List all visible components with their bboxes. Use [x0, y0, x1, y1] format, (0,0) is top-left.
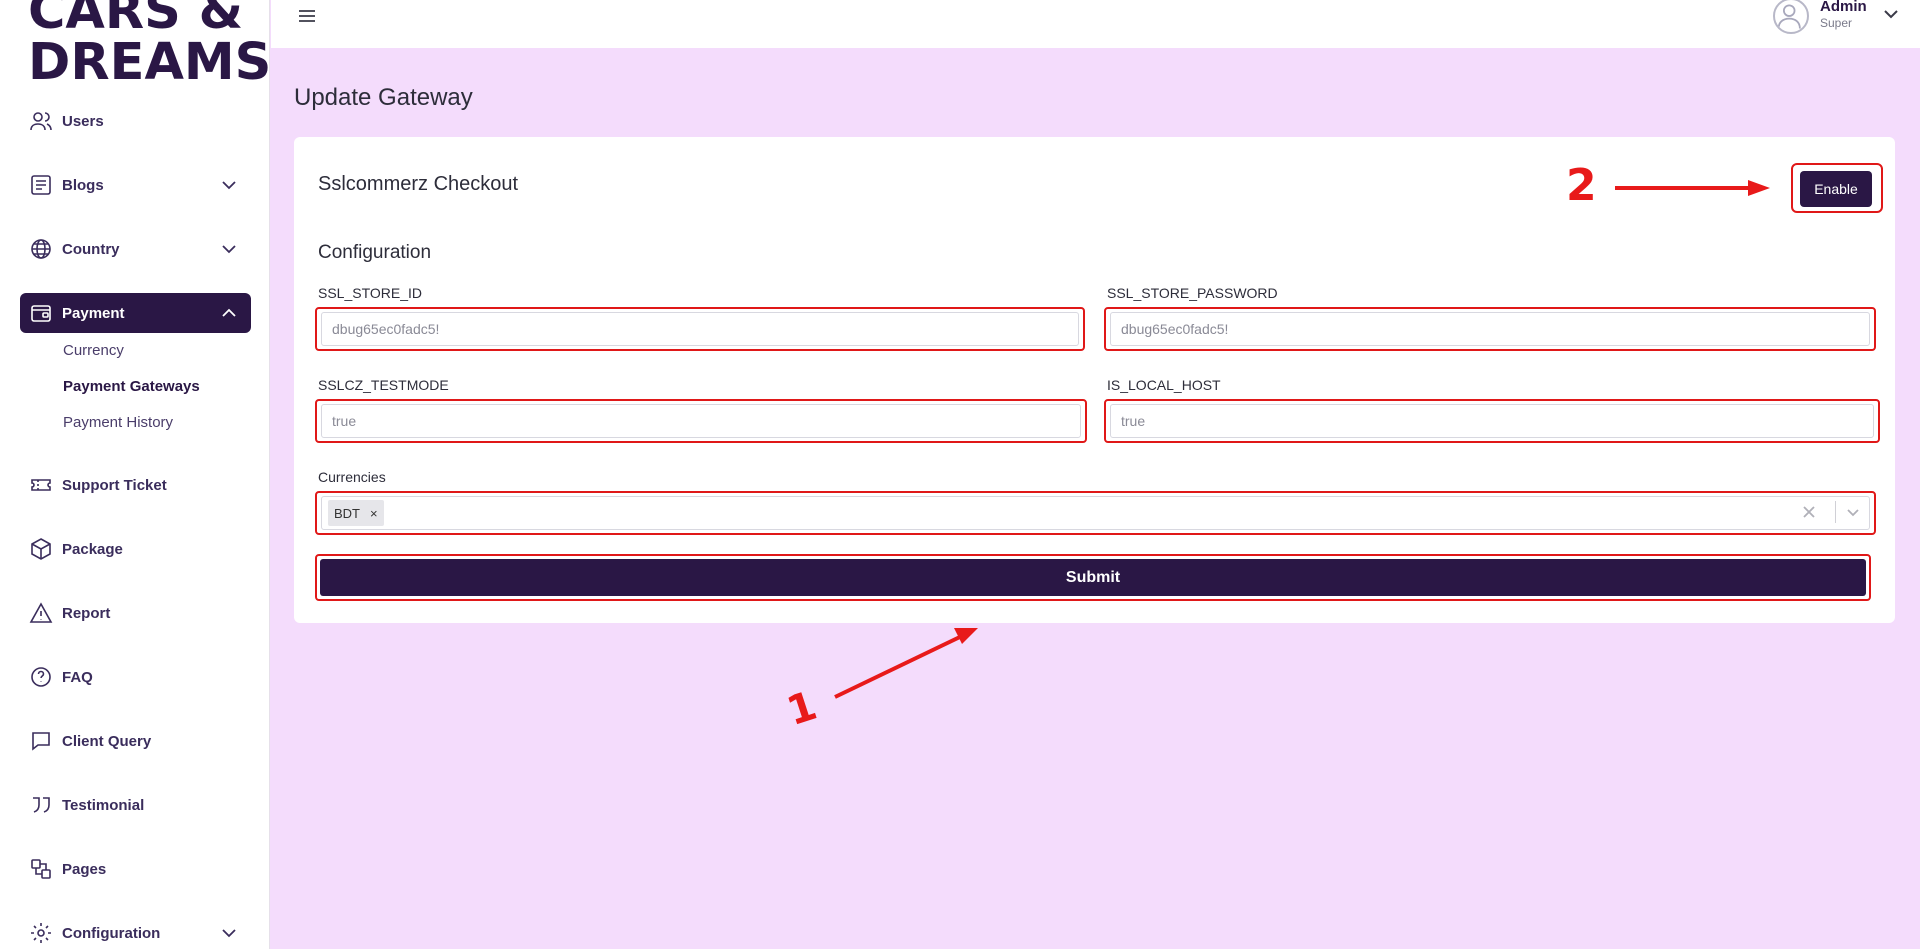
sidebar-item-label: Payment [62, 304, 125, 322]
sslcz-testmode-label: SSLCZ_TESTMODE [318, 377, 449, 393]
chevron-down-icon[interactable] [219, 923, 239, 943]
enable-button[interactable]: Enable [1800, 171, 1872, 207]
is-local-host-field[interactable]: true [1104, 399, 1880, 443]
sidebar-item-label: Blogs [62, 176, 104, 194]
chevron-down-icon[interactable] [1844, 503, 1862, 521]
gateway-name: Sslcommerz Checkout [318, 173, 519, 195]
currencies-select[interactable]: BDT × [315, 491, 1876, 535]
sidebar-item-label: Package [62, 540, 123, 558]
user-menu-chevron-icon[interactable] [1881, 4, 1901, 24]
submit-button[interactable]: Submit [320, 559, 1866, 596]
brand-logo[interactable]: CARS & DREAMS [28, 0, 270, 92]
enable-highlight-box: Enable [1791, 163, 1883, 213]
document-icon [28, 172, 54, 198]
user-name[interactable]: Admin [1820, 0, 1867, 15]
ssl-store-id-label: SSL_STORE_ID [318, 285, 423, 301]
gateway-card: Sslcommerz Checkout Enable Configuration… [294, 137, 1895, 623]
tag-remove-icon[interactable]: × [370, 506, 378, 521]
question-icon [28, 664, 54, 690]
sidebar-subitem-currency[interactable]: Currency [63, 342, 124, 359]
quote-icon [28, 792, 54, 818]
globe-icon [28, 236, 54, 262]
currencies-select-inner[interactable]: BDT × [321, 496, 1870, 530]
sidebar-item-package[interactable]: Package [20, 529, 251, 569]
wallet-icon [28, 300, 54, 326]
top-header: Admin Super [271, 0, 1920, 48]
sidebar-item-label: Configuration [62, 924, 161, 942]
sidebar-item-pages[interactable]: Pages [20, 849, 251, 889]
sidebar-item-payment[interactable]: Payment [20, 293, 251, 333]
ssl-store-id-value[interactable]: dbug65ec0fadc5! [321, 312, 1079, 346]
sidebar-item-testimonial[interactable]: Testimonial [20, 785, 251, 825]
sidebar-item-label: Client Query [62, 732, 152, 750]
sidebar-item-label: Country [62, 240, 120, 258]
ssl-store-password-value[interactable]: dbug65ec0fadc5! [1110, 312, 1870, 346]
ssl-store-password-label: SSL_STORE_PASSWORD [1107, 285, 1278, 301]
sidebar-subitem-payment-gateways[interactable]: Payment Gateways [63, 378, 200, 395]
warning-icon [28, 600, 54, 626]
sidebar-item-users[interactable]: Users [20, 101, 251, 141]
users-icon [28, 108, 54, 134]
arrow-1-line [834, 634, 963, 699]
currencies-label: Currencies [318, 469, 386, 485]
sslcz-testmode-field[interactable]: true [315, 399, 1087, 443]
arrow-1-head [954, 628, 978, 644]
sidebar-item-configuration[interactable]: Configuration [20, 913, 251, 949]
package-icon [28, 536, 54, 562]
chat-icon [28, 728, 54, 754]
user-avatar[interactable] [1773, 0, 1809, 34]
chevron-up-icon[interactable] [219, 303, 239, 323]
sidebar-item-label: Report [62, 604, 111, 622]
is-local-host-label: IS_LOCAL_HOST [1107, 377, 1221, 393]
sidebar-item-label: FAQ [62, 668, 93, 686]
sidebar-item-client-query[interactable]: Client Query [20, 721, 251, 761]
chevron-down-icon[interactable] [219, 239, 239, 259]
ssl-store-password-field[interactable]: dbug65ec0fadc5! [1104, 307, 1876, 351]
pages-icon [28, 856, 54, 882]
sidebar: CARS & DREAMS Users Blogs Country Paymen… [0, 0, 270, 949]
configuration-heading: Configuration [318, 242, 432, 263]
logo-line-1: CARS & [28, 0, 244, 41]
sidebar-item-label: Testimonial [62, 796, 145, 814]
sidebar-item-country[interactable]: Country [20, 229, 251, 269]
user-avatar-icon [1777, 4, 1801, 29]
sidebar-item-report[interactable]: Report [20, 593, 251, 633]
select-separator [1835, 501, 1836, 523]
sidebar-item-blogs[interactable]: Blogs [20, 165, 251, 205]
gear-icon [28, 920, 54, 946]
ssl-store-id-field[interactable]: dbug65ec0fadc5! [315, 307, 1085, 351]
page-title: Update Gateway [294, 84, 473, 111]
logo-line-2: DREAMS [28, 33, 270, 92]
chevron-down-icon[interactable] [219, 175, 239, 195]
currency-tag: BDT × [328, 500, 384, 526]
currency-tag-label: BDT [334, 505, 360, 521]
clear-selection-icon[interactable] [1800, 503, 1818, 521]
submit-highlight-box: Submit [315, 554, 1871, 601]
annotation-number-1: 1 [781, 682, 823, 736]
sidebar-item-label: Users [62, 112, 104, 130]
sslcz-testmode-value[interactable]: true [321, 404, 1081, 438]
annotation-number-2: 2 [1566, 160, 1597, 211]
sidebar-item-support-ticket[interactable]: Support Ticket [20, 465, 251, 505]
is-local-host-value[interactable]: true [1110, 404, 1874, 438]
sidebar-item-faq[interactable]: FAQ [20, 657, 251, 697]
sidebar-item-label: Pages [62, 860, 107, 878]
user-role: Super [1820, 16, 1853, 30]
sidebar-subitem-payment-history[interactable]: Payment History [63, 414, 173, 431]
hamburger-menu-icon[interactable] [295, 4, 319, 26]
sidebar-item-label: Support Ticket [62, 476, 167, 494]
ticket-icon [28, 472, 54, 498]
